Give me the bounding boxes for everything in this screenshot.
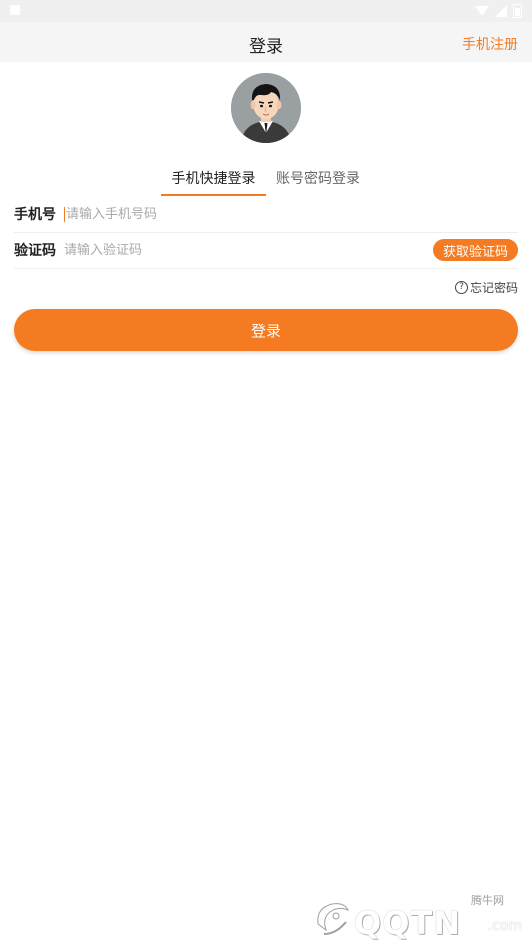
watermark-text: QQTN [354,904,462,942]
avatar [231,73,301,143]
watermark-suffix: .com [487,918,522,934]
get-code-button[interactable]: 获取验证码 [432,239,518,261]
status-bar [0,0,532,22]
watermark-logo-icon [317,903,350,935]
tab-label: 手机快捷登录 [171,171,256,187]
page-title: 登录 [249,37,283,57]
notification-icon [10,5,20,15]
nav-bar: 登录 手机注册 [0,22,532,62]
register-link[interactable]: 手机注册 [462,34,518,54]
code-row: 验证码 获取验证码 [14,232,518,269]
watermark: 腾牛网 QQTN .com [312,892,522,942]
tab-account-password-login[interactable]: 账号密码登录 [268,160,368,196]
phone-input[interactable] [64,206,518,222]
signal-icon [495,5,507,17]
code-label: 验证码 [14,243,56,259]
tab-phone-quick-login[interactable]: 手机快捷登录 [161,160,266,196]
battery-icon [513,4,522,18]
wifi-icon [475,6,489,16]
phone-row: 手机号 [14,196,518,233]
tab-label: 账号密码登录 [276,171,360,187]
avatar-illustration [231,73,301,143]
question-icon: ? [454,280,468,294]
watermark-brand: 腾牛网 [471,894,504,907]
phone-label: 手机号 [14,207,56,223]
login-button[interactable]: 登录 [14,309,518,351]
login-tabs: 手机快捷登录 账号密码登录 [0,160,532,196]
forgot-password-link[interactable]: ? 忘记密码 [454,279,518,295]
forgot-password-label: 忘记密码 [469,280,518,295]
status-icons [475,2,522,20]
